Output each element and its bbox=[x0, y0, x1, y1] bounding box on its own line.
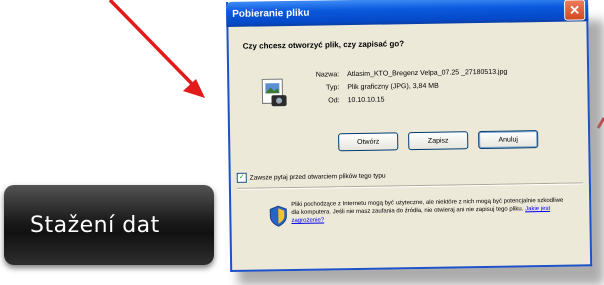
close-icon: ✕ bbox=[569, 1, 581, 18]
file-source-row: Od: 10.10.10.15 bbox=[301, 92, 507, 108]
always-ask-checkbox[interactable]: ✓ bbox=[236, 172, 247, 183]
file-info: Nazwa: Atlasim_KTO_Bregenz Velpa_07.25 _… bbox=[301, 66, 508, 108]
save-button[interactable]: Zapisz bbox=[408, 131, 469, 151]
dialog-titlebar[interactable]: Pobieranie pliku ✕ bbox=[226, 0, 589, 27]
dialog-question: Czy chcesz otworzyć plik, czy zapisać go… bbox=[242, 39, 405, 51]
dialog-buttons: Otwórz Zapisz Anuluj bbox=[338, 130, 539, 152]
always-ask-label: Zawsze pytaj przed otwarciem plików tego… bbox=[249, 172, 386, 182]
always-ask-option: ✓ Zawsze pytaj przed otwarciem plików te… bbox=[236, 171, 386, 183]
file-source-label: Od: bbox=[328, 97, 340, 105]
dialog-title: Pobieranie pliku bbox=[232, 7, 310, 20]
download-dialog: Pobieranie pliku ✕ Czy chcesz otworzyć p… bbox=[226, 0, 593, 272]
jpg-file-icon bbox=[261, 78, 287, 107]
file-name-label: Nazwa: bbox=[315, 71, 340, 79]
file-type-label: Typ: bbox=[326, 84, 340, 92]
file-type-value: Plik graficzny (JPG), 3,84 MB bbox=[347, 82, 439, 92]
file-name-value: Atlasim_KTO_Bregenz Velpa_07.25 _2718051… bbox=[347, 68, 508, 79]
security-warning: Pliki pochodzące z Internetu mogą być uż… bbox=[291, 197, 566, 225]
caption-label: Stažení dat bbox=[4, 185, 214, 265]
cancel-button[interactable]: Anuluj bbox=[478, 130, 539, 150]
shield-warning-icon bbox=[269, 205, 287, 227]
divider bbox=[236, 182, 583, 190]
caption-text: Stažení dat bbox=[30, 212, 160, 238]
close-button[interactable]: ✕ bbox=[564, 0, 586, 21]
warning-text: Pliki pochodzące z Internetu mogą być uż… bbox=[291, 197, 564, 216]
open-button[interactable]: Otwórz bbox=[338, 132, 399, 152]
file-source-value: 10.10.10.15 bbox=[347, 96, 385, 105]
